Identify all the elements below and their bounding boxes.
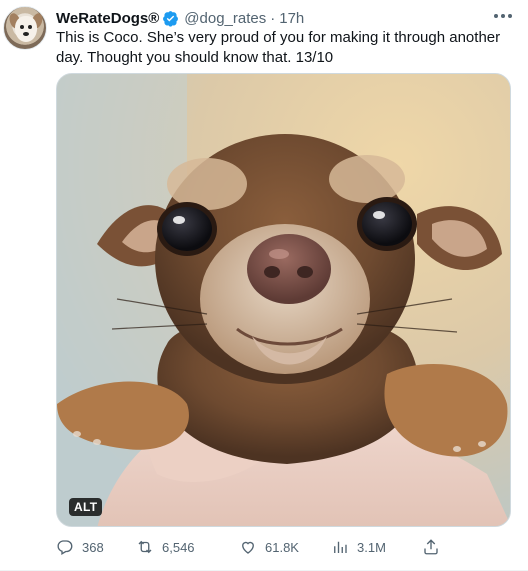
retweet-icon [138, 540, 152, 554]
view-count: 3.1M [357, 539, 386, 555]
avatar-eye-right [28, 25, 32, 29]
avatar-nose [23, 32, 29, 36]
separator-dot: · [270, 9, 276, 27]
tweet-header: WeRateDogs® @dog_rates · 17h [56, 8, 304, 28]
verified-badge-icon [162, 10, 179, 27]
avatar-eye-left [20, 25, 24, 29]
views-button[interactable]: 3.1M [331, 538, 386, 556]
views-icon [334, 541, 347, 553]
more-dot [501, 14, 505, 18]
more-dot [494, 14, 498, 18]
author-handle[interactable]: @dog_rates [184, 10, 266, 27]
like-button[interactable]: 61.8K [239, 538, 299, 556]
avatar-dog-face [15, 16, 37, 42]
tweet-card[interactable]: WeRateDogs® @dog_rates · 17h This is Coc… [0, 0, 528, 571]
heart-icon [242, 541, 254, 554]
reply-button[interactable]: 368 [56, 538, 104, 556]
more-icon[interactable] [494, 9, 512, 23]
reply-count: 368 [82, 539, 104, 555]
author-name[interactable]: WeRateDogs® [56, 10, 159, 27]
avatar[interactable] [3, 6, 47, 50]
retweet-button[interactable]: 6,546 [136, 538, 195, 556]
more-dot [508, 14, 512, 18]
share-button[interactable] [422, 538, 448, 556]
like-count: 61.8K [265, 539, 299, 555]
retweet-count: 6,546 [162, 539, 195, 555]
dog-photo [57, 74, 510, 526]
share-icon [424, 539, 438, 555]
tweet-photo[interactable]: ALT [56, 73, 511, 527]
tweet-timestamp[interactable]: 17h [279, 10, 304, 27]
reply-icon [57, 540, 73, 555]
tweet-actions: 368 6,546 61.8K 3.1M [56, 536, 444, 558]
alt-text-badge[interactable]: ALT [69, 498, 103, 516]
tweet-text: This is Coco. She’s very proud of you fo… [56, 29, 501, 66]
